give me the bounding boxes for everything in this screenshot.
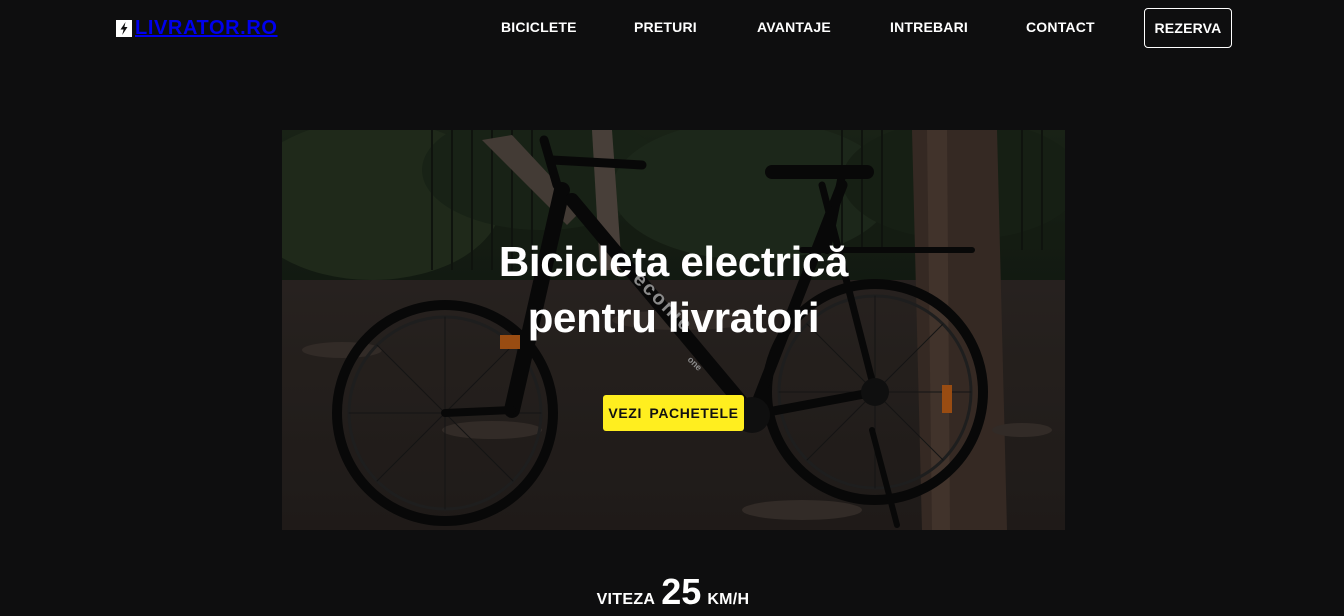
hero-section: econic one Bicicleta electrică pentru li… [282, 130, 1065, 530]
vezi-pachetele-button[interactable]: VEZI PACHETELE [603, 395, 744, 431]
hero-title-line-2: pentru livratori [527, 294, 820, 341]
logo-link[interactable]: LIVRATOR.RO [116, 16, 278, 40]
logo-text: LIVRATOR.RO [135, 17, 278, 39]
hero-title: Bicicleta electrică pentru livratori [282, 234, 1065, 346]
nav-item-avantaje[interactable]: AVANTAJE [757, 18, 831, 36]
rezerva-button[interactable]: REZERVA [1144, 8, 1232, 48]
stat-unit: KM/H [707, 591, 750, 608]
nav-item-biciclete[interactable]: BICICLETE [501, 18, 577, 36]
nav-item-contact[interactable]: CONTACT [1026, 18, 1095, 36]
page: LIVRATOR.RO BICICLETE PRETURI AVANTAJE I… [0, 0, 1344, 616]
stat-value: 25 [661, 571, 702, 612]
site-header: LIVRATOR.RO BICICLETE PRETURI AVANTAJE I… [0, 0, 1344, 56]
nav-item-intrebari[interactable]: INTREBARI [890, 18, 968, 36]
stat-label: VITEZA [596, 591, 656, 608]
nav-item-preturi[interactable]: PRETURI [634, 18, 697, 36]
bolt-icon [116, 19, 132, 37]
speed-stat: VITEZA 25 KM/H [0, 572, 1344, 616]
hero-title-line-1: Bicicleta electrică [498, 238, 849, 285]
